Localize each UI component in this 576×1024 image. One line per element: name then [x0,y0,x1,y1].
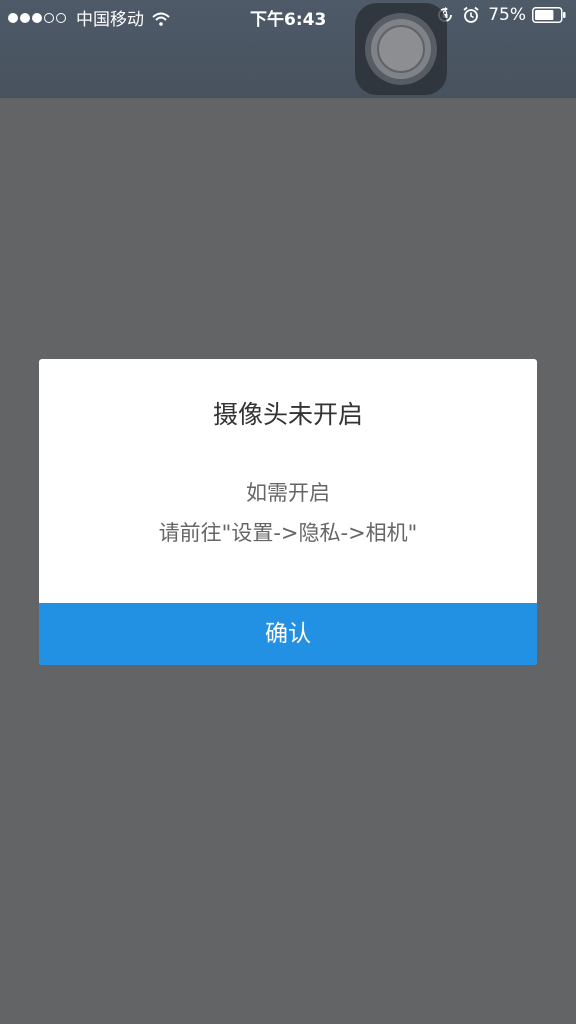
signal-strength [8,12,68,23]
signal-dot [20,12,30,23]
status-left: 中国移动 [8,5,170,30]
battery-percent: 75% [488,5,526,25]
status-bar: 中国移动 下午6:43 75% [0,0,576,34]
confirm-button[interactable]: 确认 [39,603,537,665]
camera-permission-dialog: 摄像头未开启 如需开启 请前往"设置->隐私->相机" 确认 [39,359,537,665]
status-right: 75% [436,5,566,25]
alarm-icon [462,6,480,24]
signal-dot [8,12,18,23]
assistive-touch-ring-inner [371,19,431,79]
dialog-message-line1: 如需开启 [246,481,330,505]
signal-dot [32,12,42,23]
dialog-title: 摄像头未开启 [212,400,363,429]
signal-dot [56,12,66,23]
signal-dot [44,12,54,23]
battery-icon [532,7,566,23]
status-time: 下午6:43 [250,10,327,30]
dialog-message-line2: 请前往"设置->隐私->相机" [158,521,418,545]
assistive-touch-button[interactable] [355,3,447,95]
wifi-icon [152,11,170,26]
assistive-touch-core [377,25,425,73]
carrier-name: 中国移动 [76,10,144,30]
assistive-touch-ring [365,13,437,85]
